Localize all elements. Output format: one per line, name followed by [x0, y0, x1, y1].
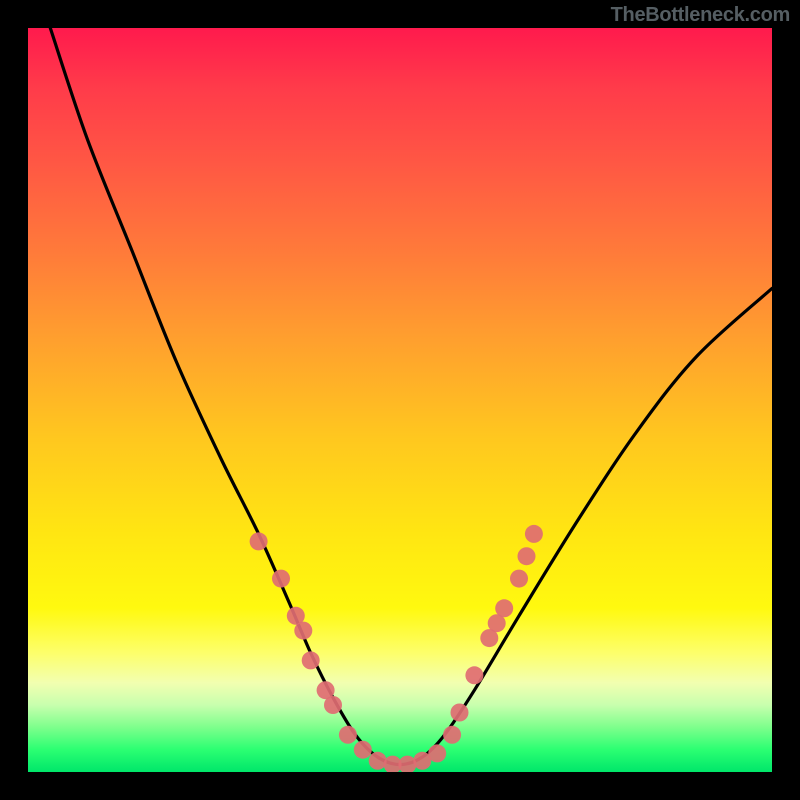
- data-point: [495, 599, 513, 617]
- data-point: [443, 726, 461, 744]
- data-point: [451, 704, 469, 722]
- data-point: [354, 741, 372, 759]
- data-point: [510, 570, 528, 588]
- bottleneck-curve-path: [50, 28, 772, 765]
- watermark-text: TheBottleneck.com: [611, 4, 790, 27]
- data-point: [339, 726, 357, 744]
- data-point: [272, 570, 290, 588]
- data-point: [398, 756, 416, 772]
- data-point: [294, 622, 312, 640]
- chart-frame: TheBottleneck.com: [0, 0, 800, 800]
- data-point: [302, 651, 320, 669]
- plot-area: [28, 28, 772, 772]
- bottleneck-curve-svg: [28, 28, 772, 772]
- data-point: [250, 532, 268, 550]
- data-point: [428, 744, 446, 762]
- data-point: [324, 696, 342, 714]
- data-point: [465, 666, 483, 684]
- data-point: [518, 547, 536, 565]
- data-point: [525, 525, 543, 543]
